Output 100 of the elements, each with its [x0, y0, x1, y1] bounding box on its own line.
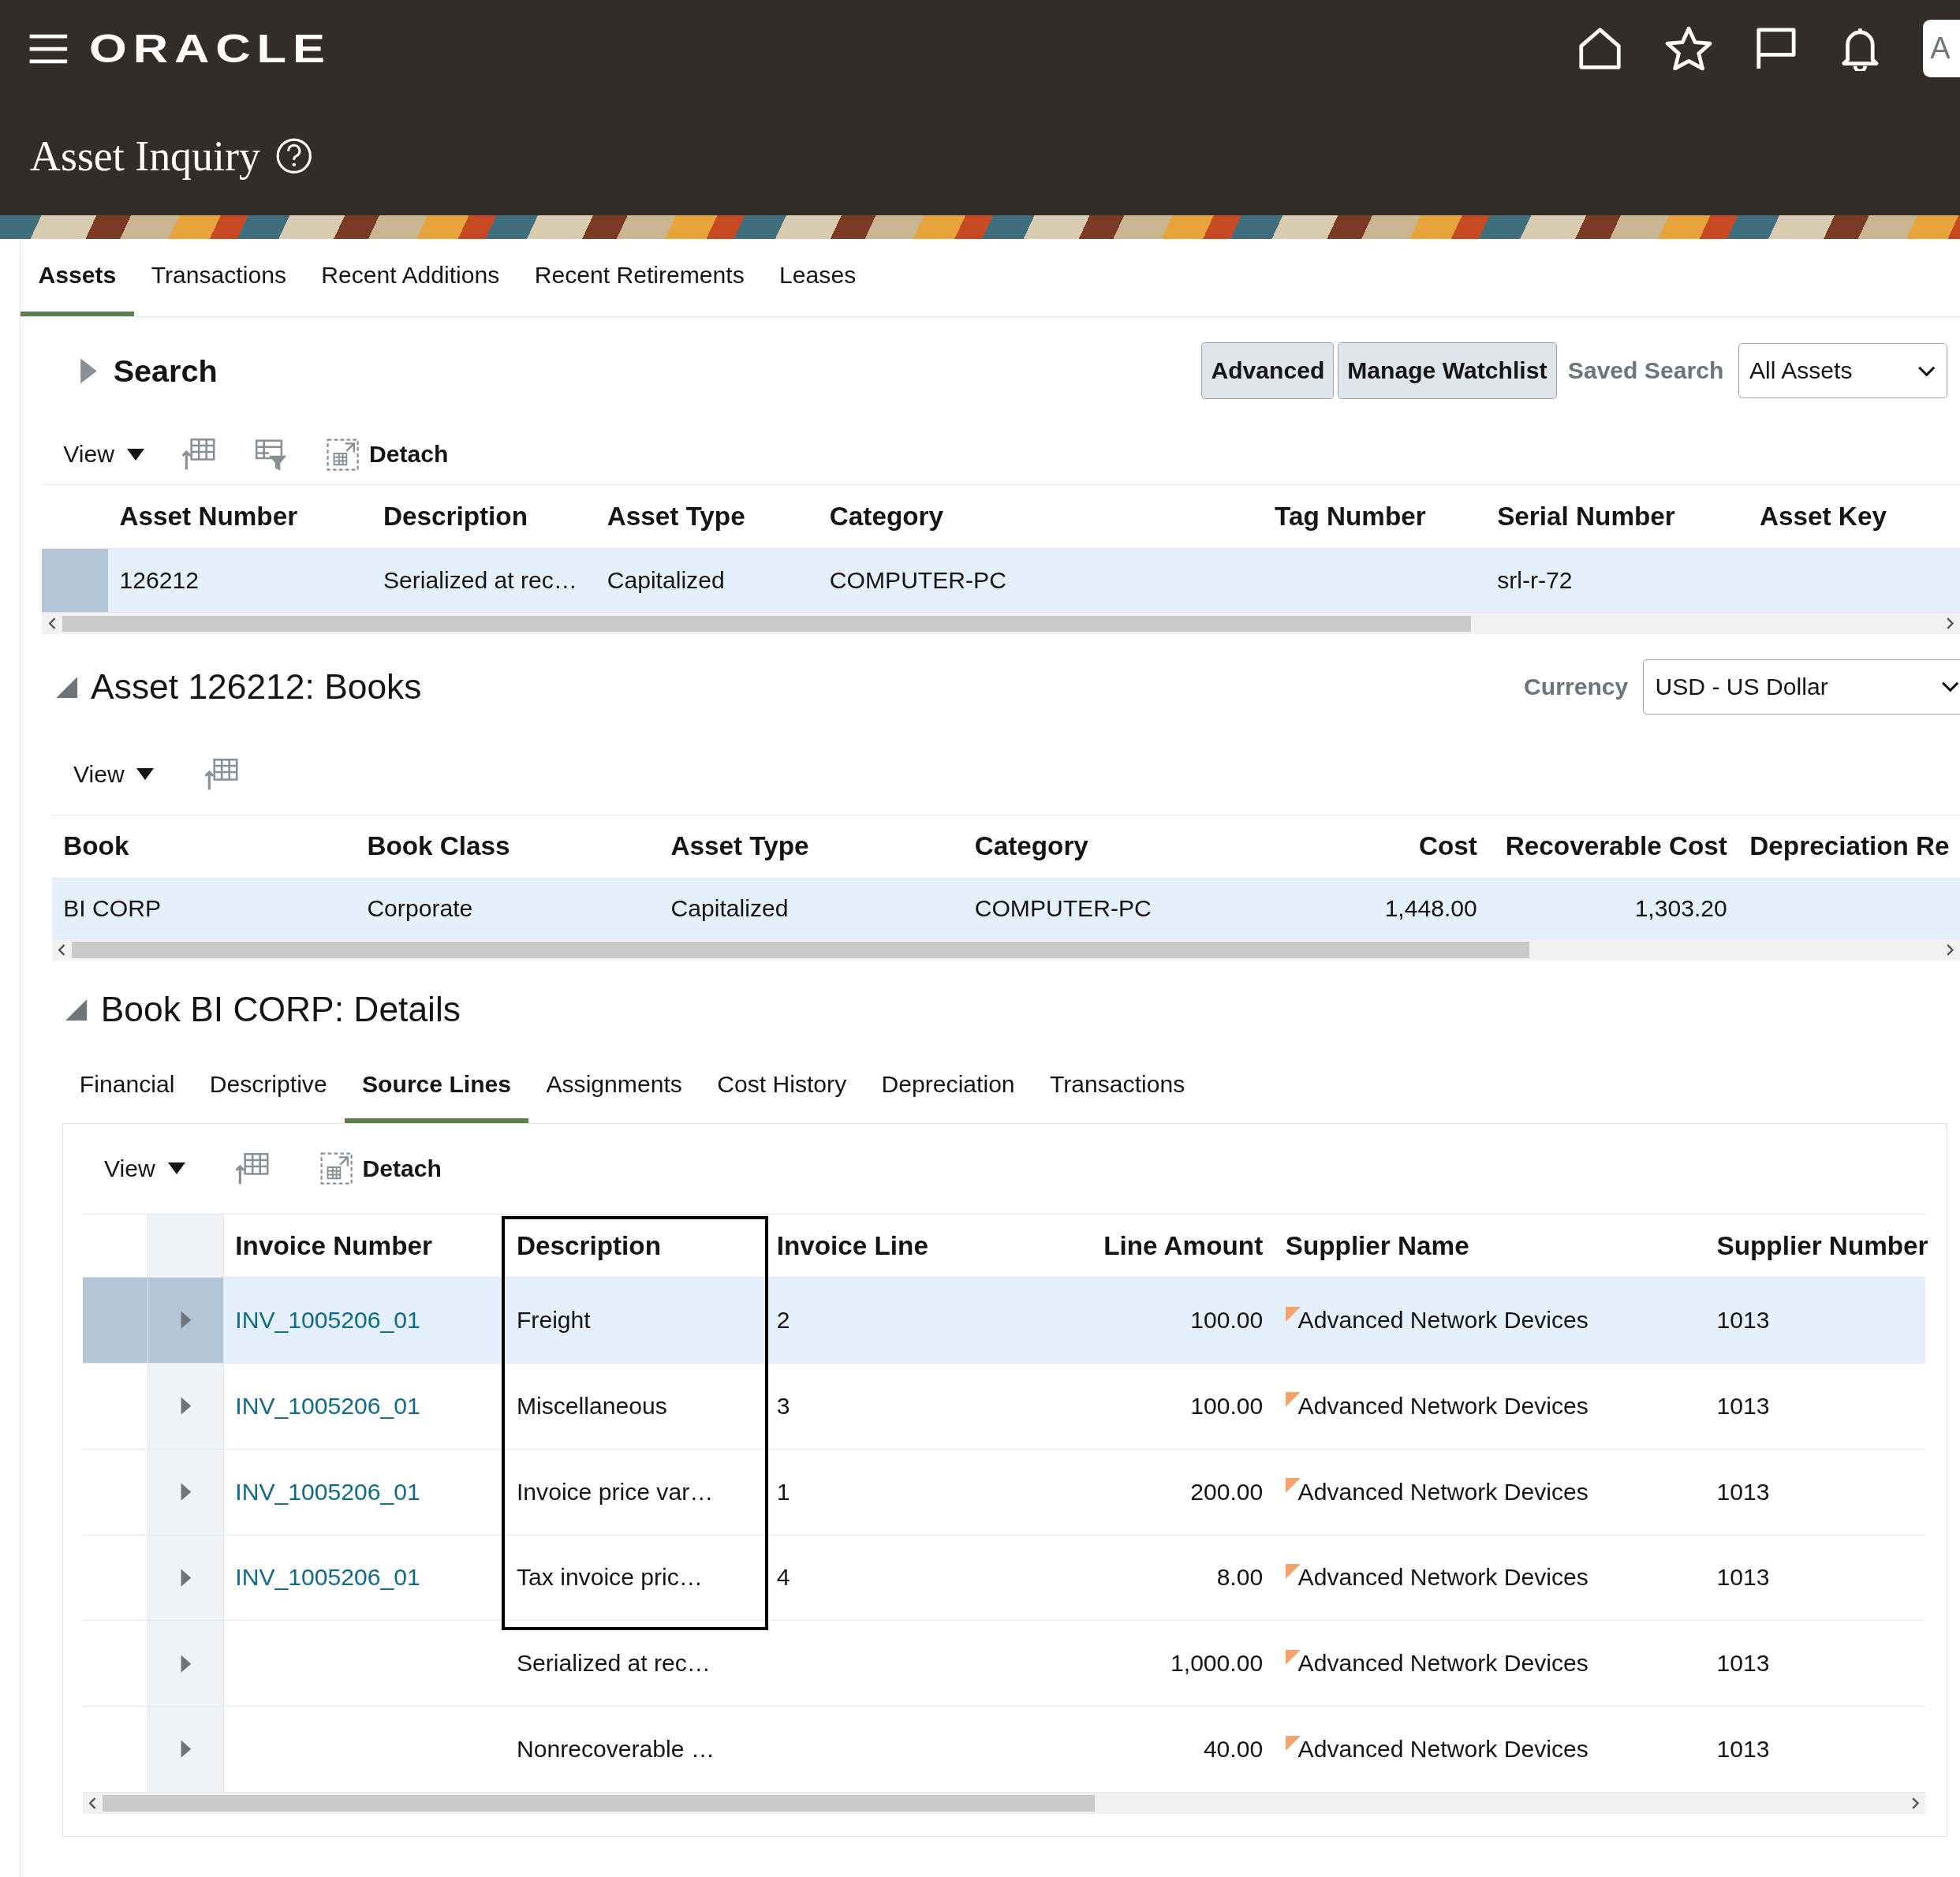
menu-icon[interactable] [28, 33, 69, 64]
column-header[interactable]: Asset Type [595, 485, 819, 548]
scroll-left-icon[interactable] [88, 1795, 98, 1811]
field-label: Currency [1524, 673, 1629, 700]
collapsed-triangle-icon[interactable] [78, 356, 99, 385]
view-menu[interactable]: View [73, 760, 155, 788]
table-cell-text: 1013 [1715, 1649, 1771, 1678]
tab[interactable]: Financial [62, 1050, 192, 1123]
column-header[interactable]: Recoverable Cost [1488, 815, 1739, 878]
tab[interactable]: Recent Retirements [517, 238, 762, 316]
currency-dropdown[interactable]: USD - US Dollar [1643, 659, 1960, 715]
view-menu[interactable]: View [103, 1155, 185, 1182]
tab[interactable]: Transactions [1032, 1050, 1203, 1123]
table-cell: Advanced Network Devices [1297, 1564, 1589, 1592]
column-header[interactable]: Depreciation Re [1738, 815, 1951, 878]
table-cell-text: 100.00 [1189, 1391, 1264, 1420]
tab[interactable]: Recent Additions [304, 238, 517, 316]
table-cell-text: 1013 [1715, 1563, 1771, 1592]
table-cell-text: Capitalized [670, 894, 790, 923]
column-header[interactable]: Invoice Line [765, 1215, 993, 1278]
column-header[interactable]: Serial Number [1485, 485, 1749, 548]
detach-button[interactable]: Detach [327, 438, 449, 471]
invoice-link[interactable]: INV_1005206_01 [235, 1307, 420, 1334]
expander-cell[interactable] [147, 1621, 225, 1707]
view-menu[interactable]: View [63, 441, 144, 468]
tab[interactable]: Transactions [133, 238, 304, 316]
invoice-link[interactable]: INV_1005206_01 [235, 1564, 420, 1592]
table-row[interactable]: Nonrecoverable … 40.00 Advanced Network Devices 1013 [83, 1707, 1926, 1793]
table-cell: Advanced Network Devices [1297, 1307, 1589, 1334]
toolbar-button[interactable]: Advanced [1201, 342, 1335, 399]
column-header[interactable]: Book [52, 815, 357, 878]
horizontal-scrollbar[interactable] [83, 1792, 1926, 1814]
column-header[interactable]: Line Amount [992, 1215, 1275, 1278]
column-header[interactable]: Tag Number [1263, 485, 1486, 548]
table-cell: Advanced Network Devices [1297, 1650, 1589, 1677]
user-avatar[interactable]: A [1922, 20, 1960, 78]
table-cell: Advanced Network Devices [1297, 1735, 1589, 1763]
column-header[interactable]: Supplier Name [1274, 1215, 1706, 1278]
tab[interactable]: Assets [21, 238, 134, 316]
table-row[interactable]: INV_1005206_01 Freight 2 100.00 Advanced Network Devices 1013 [83, 1278, 1926, 1364]
detach-button[interactable]: Detach [319, 1152, 442, 1185]
table-cell-text: 1013 [1715, 1477, 1771, 1506]
table-cell-text: Capitalized [606, 566, 726, 595]
column-header[interactable]: Cost [1263, 815, 1489, 878]
table-cell-text: BI CORP [62, 894, 162, 923]
table-cell-text: Tax invoice pric… [515, 1563, 704, 1592]
table-row[interactable]: INV_1005206_01 Tax invoice pric… 4 8.00 Advanced Network Devices 1013 [83, 1535, 1926, 1621]
column-header[interactable]: Asset Key [1748, 485, 1960, 548]
table-row[interactable]: INV_1005206_01 Invoice price var… 1 200.00 Advanced Network Devices 1013 [83, 1449, 1926, 1536]
expander-cell[interactable] [147, 1449, 225, 1535]
column-header[interactable]: Description [371, 485, 596, 548]
tab[interactable]: Assignments [528, 1050, 700, 1123]
column-header[interactable]: Category [818, 485, 1264, 548]
home-icon[interactable] [1577, 26, 1623, 72]
column-header[interactable]: Asset Type [659, 815, 964, 878]
section-title: Asset 126212: Books [91, 666, 423, 707]
table-row[interactable]: 126212 Serialized at rec… Capitalized COMPUTER-PC srl-r-72 [42, 548, 1960, 614]
expand-row-icon[interactable] [179, 1739, 192, 1759]
column-header[interactable]: Invoice Number [224, 1215, 506, 1278]
table-row[interactable]: INV_1005206_01 Miscellaneous 3 100.00 Advanced Network Devices 1013 [83, 1364, 1926, 1450]
tab[interactable]: Descriptive [192, 1050, 345, 1123]
expand-row-icon[interactable] [179, 1567, 192, 1588]
caret-icon [136, 768, 155, 781]
table-cell-text: srl-r-72 [1496, 566, 1574, 595]
expand-row-icon[interactable] [179, 1653, 192, 1674]
invoice-link[interactable]: INV_1005206_01 [235, 1478, 420, 1506]
table-row[interactable]: BI CORP Corporate Capitalized COMPUTER-PC 1,448.00 1,303.20 [52, 878, 1960, 939]
table-cell: Advanced Network Devices [1297, 1478, 1589, 1506]
tab[interactable]: Depreciation [864, 1050, 1032, 1123]
caret-icon [167, 1162, 185, 1175]
table-cell-text: 4 [775, 1563, 791, 1592]
horizontal-scrollbar[interactable] [52, 938, 1960, 961]
column-header[interactable]: Book Class [356, 815, 660, 878]
horizontal-scrollbar[interactable] [42, 613, 1960, 635]
expander-cell[interactable] [147, 1364, 225, 1449]
expand-row-icon[interactable] [179, 1482, 192, 1502]
table-row[interactable]: Serialized at rec… 1,000.00 Advanced Network Devices 1013 [83, 1621, 1926, 1707]
expand-row-icon[interactable] [179, 1310, 192, 1330]
expand-row-icon[interactable] [179, 1396, 192, 1416]
tab[interactable]: Source Lines [344, 1050, 529, 1123]
star-icon[interactable] [1665, 26, 1713, 72]
tab[interactable]: Leases [761, 238, 874, 316]
table-cell-text: 2 [775, 1306, 791, 1335]
expander-cell[interactable] [147, 1278, 225, 1363]
scroll-left-icon[interactable] [47, 616, 58, 632]
tab[interactable]: Cost History [700, 1050, 864, 1123]
toolbar-button[interactable]: Manage Watchlist [1338, 342, 1557, 399]
table-cell-text: Nonrecoverable … [515, 1734, 715, 1763]
expander-cell[interactable] [147, 1707, 225, 1792]
column-header[interactable]: Category [963, 815, 1264, 878]
caret-icon [126, 448, 144, 461]
table-cell-text: Invoice price var… [515, 1477, 715, 1506]
invoice-link[interactable]: INV_1005206_01 [235, 1392, 420, 1420]
expander-cell[interactable] [147, 1535, 225, 1621]
column-header[interactable]: Description [505, 1215, 766, 1278]
column-header[interactable]: Asset Number [108, 485, 372, 548]
saved-search-dropdown[interactable]: All Assets [1738, 343, 1948, 399]
scroll-left-icon[interactable] [57, 942, 67, 957]
bell-icon[interactable] [1840, 26, 1880, 72]
help-icon[interactable] [274, 137, 313, 175]
